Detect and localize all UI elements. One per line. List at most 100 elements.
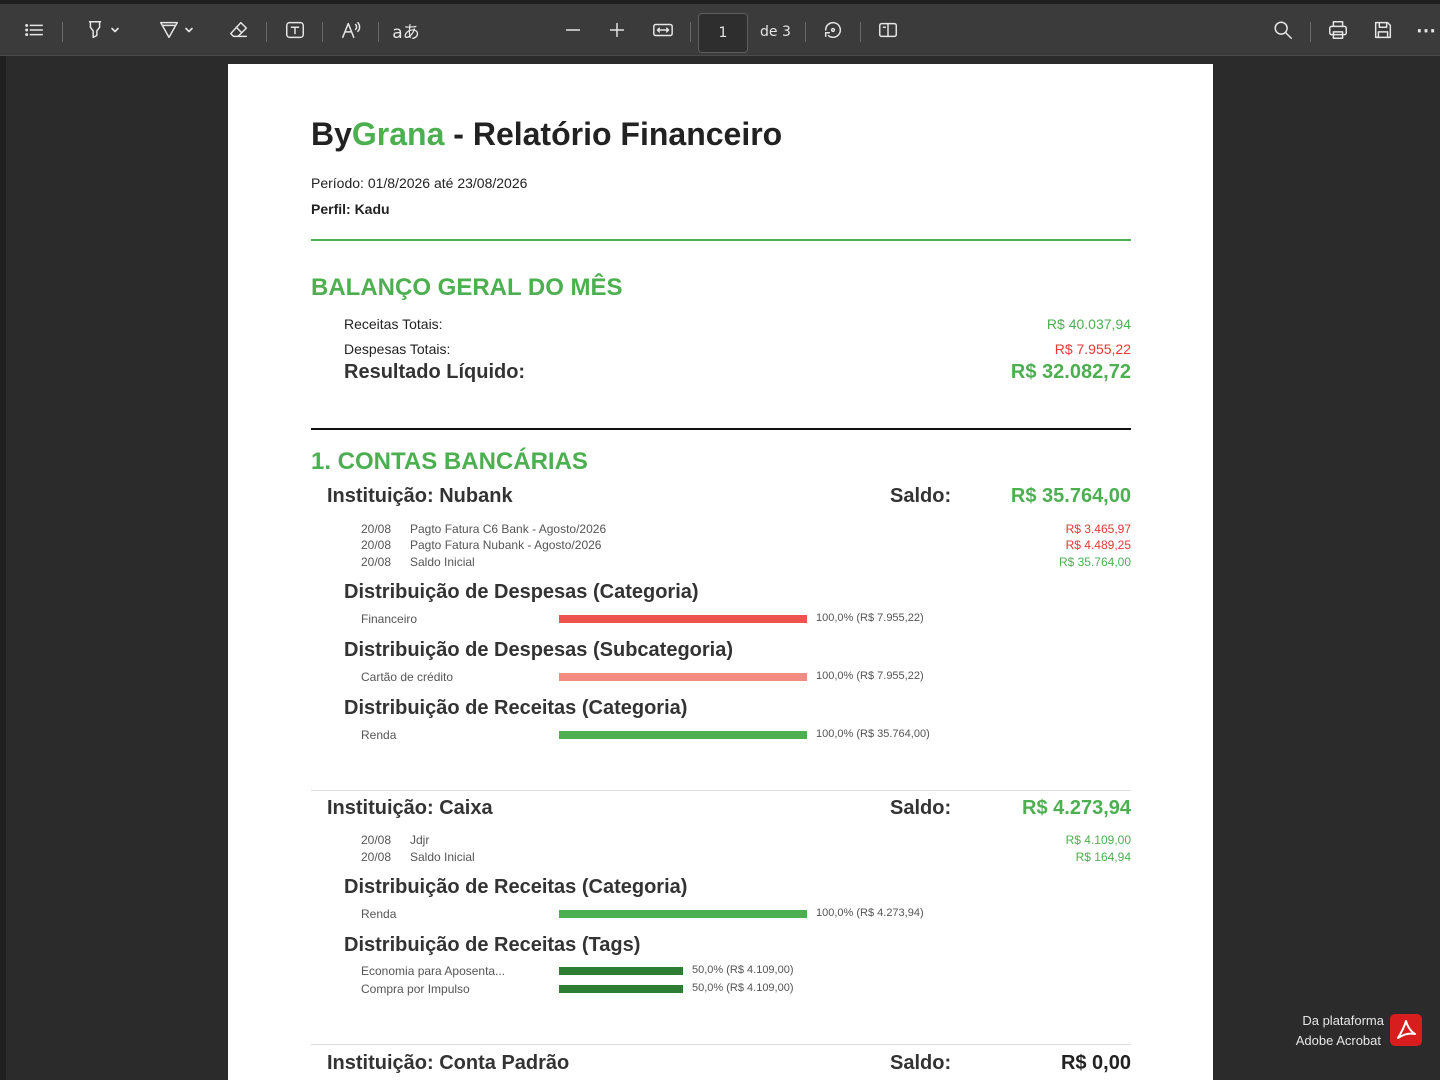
rotate-icon[interactable]	[821, 18, 845, 42]
distribution-bar	[559, 615, 807, 623]
balance-heading: BALANÇO GERAL DO MÊS	[311, 274, 623, 301]
chevron-down-icon	[111, 27, 119, 33]
percentage-label: 100,0% (R$ 7.955,22)	[816, 670, 924, 682]
title-divider	[311, 239, 1131, 241]
income-value: R$ 40.037,94	[1046, 316, 1131, 332]
transaction-desc: Jdjr	[410, 833, 430, 847]
toolbar-separator	[322, 22, 323, 42]
draw-icon	[160, 21, 178, 39]
report-title: ByGrana - Relatório Financeiro	[311, 116, 782, 153]
percentage-label: 100,0% (R$ 4.273,94)	[816, 907, 924, 919]
save-icon[interactable]	[1371, 18, 1395, 42]
toolbar-separator	[805, 22, 806, 42]
dist-expense-subcategory-heading: Distribuição de Despesas (Subcategoria)	[344, 639, 734, 661]
net-label: Resultado Líquido:	[344, 361, 526, 383]
fit-width-icon[interactable]	[651, 18, 675, 42]
text-box-icon[interactable]	[283, 18, 307, 42]
toolbar-separator	[266, 22, 267, 42]
transaction-value: R$ 4.109,00	[1065, 833, 1131, 847]
toolbar-separator	[860, 22, 861, 42]
zoom-in-icon[interactable]	[605, 18, 629, 42]
tag-label: Economia para Aposenta...	[361, 964, 506, 978]
expense-label: Despesas Totais:	[344, 341, 451, 357]
transaction-date: 20/08	[361, 522, 392, 536]
accounts-heading: 1. CONTAS BANCÁRIAS	[311, 448, 588, 475]
dist-expense-category-heading: Distribuição de Despesas (Categoria)	[344, 581, 699, 603]
income-label: Receitas Totais:	[344, 316, 443, 332]
viewer-toolbar: aあ 1 de 3 ⋯	[0, 0, 1440, 56]
draw-tool-button[interactable]	[150, 18, 202, 42]
search-icon[interactable]	[1271, 18, 1295, 42]
transaction-value: R$ 35.764,00	[1058, 555, 1131, 569]
transaction-date: 20/08	[361, 538, 392, 552]
title-by: By	[311, 116, 352, 152]
read-aloud-icon[interactable]	[339, 18, 363, 42]
title-grana: Grana	[351, 116, 445, 152]
distribution-bar	[559, 673, 807, 681]
dist-income-category-heading: Distribuição de Receitas (Categoria)	[344, 876, 688, 898]
highlight-icon	[88, 21, 102, 39]
balance-label: Saldo:	[890, 1052, 952, 1074]
institution-divider	[311, 790, 1131, 791]
acrobat-logo-mark	[1397, 1020, 1416, 1039]
page-total-label: de 3	[760, 24, 791, 40]
transaction-value: R$ 3.465,97	[1065, 522, 1131, 536]
category-label: Renda	[361, 907, 397, 921]
padrao-saldo: R$ 0,00	[1060, 1052, 1131, 1074]
distribution-bar	[559, 731, 807, 739]
transaction-date: 20/08	[361, 833, 392, 847]
transaction-value: R$ 4.489,25	[1065, 538, 1131, 552]
dist-income-category-heading: Distribuição de Receitas (Categoria)	[344, 697, 688, 719]
title-rest: - Relatório Financeiro	[444, 116, 783, 152]
report-profile: Perfil: Kadu	[311, 201, 390, 217]
left-panel-strip	[0, 56, 6, 1080]
transaction-date: 20/08	[361, 850, 392, 864]
net-value: R$ 32.082,72	[1010, 361, 1131, 383]
transaction-desc: Pagto Fatura Nubank - Agosto/2026	[410, 538, 602, 552]
balance-label: Saldo:	[890, 797, 952, 819]
distribution-bar	[559, 910, 807, 918]
category-label: Cartão de crédito	[361, 670, 454, 684]
list-icon[interactable]	[22, 18, 46, 42]
percentage-label: 50,0% (R$ 4.109,00)	[692, 982, 794, 994]
percentage-label: 100,0% (R$ 7.955,22)	[816, 612, 924, 624]
institution-nubank-name: Instituição: Nubank	[327, 485, 513, 507]
percentage-label: 100,0% (R$ 35.764,00)	[816, 728, 930, 740]
balance-divider	[311, 428, 1131, 430]
institution-divider	[311, 1044, 1131, 1045]
acrobat-badge-line1: Da plataforma	[1302, 1013, 1384, 1028]
page-number-input[interactable]: 1	[698, 13, 748, 53]
expense-value: R$ 7.955,22	[1054, 341, 1131, 357]
caixa-saldo: R$ 4.273,94	[1022, 797, 1131, 819]
highlight-tool-button[interactable]	[76, 18, 128, 42]
transaction-desc: Saldo Inicial	[410, 555, 475, 569]
report-period: Período: 01/8/2026 até 23/08/2026	[311, 175, 528, 191]
tag-label: Compra por Impulso	[361, 982, 470, 996]
toolbar-separator	[1310, 22, 1311, 42]
page-view-icon[interactable]	[876, 18, 900, 42]
transaction-desc: Saldo Inicial	[410, 850, 475, 864]
category-label: Financeiro	[361, 612, 418, 626]
nubank-saldo: R$ 35.764,00	[1010, 485, 1131, 507]
acrobat-logo-icon[interactable]	[1390, 1014, 1422, 1046]
transaction-value: R$ 164,94	[1075, 850, 1131, 864]
acrobat-badge-line2: Adobe Acrobat	[1295, 1033, 1381, 1048]
toolbar-separator	[62, 22, 63, 42]
category-label: Renda	[361, 728, 397, 742]
zoom-out-icon[interactable]	[561, 18, 585, 42]
toolbar-separator	[690, 22, 691, 42]
transaction-date: 20/08	[361, 555, 392, 569]
balance-label: Saldo:	[890, 485, 952, 507]
more-icon[interactable]: ⋯	[1414, 18, 1438, 42]
toolbar-separator	[378, 22, 379, 42]
transaction-desc: Pagto Fatura C6 Bank - Agosto/2026	[410, 522, 607, 536]
institution-padrao-name: Instituição: Conta Padrão	[327, 1052, 570, 1074]
institution-caixa-name: Instituição: Caixa	[327, 797, 493, 819]
translate-icon[interactable]: aあ	[392, 18, 420, 43]
percentage-label: 50,0% (R$ 4.109,00)	[692, 964, 794, 976]
eraser-icon[interactable]	[227, 18, 251, 42]
print-icon[interactable]	[1326, 18, 1350, 42]
dist-income-tags-heading: Distribuição de Receitas (Tags)	[344, 934, 641, 956]
document-page: ByGrana - Relatório Financeiro Período: …	[228, 64, 1213, 1080]
tag-bar	[559, 967, 683, 975]
